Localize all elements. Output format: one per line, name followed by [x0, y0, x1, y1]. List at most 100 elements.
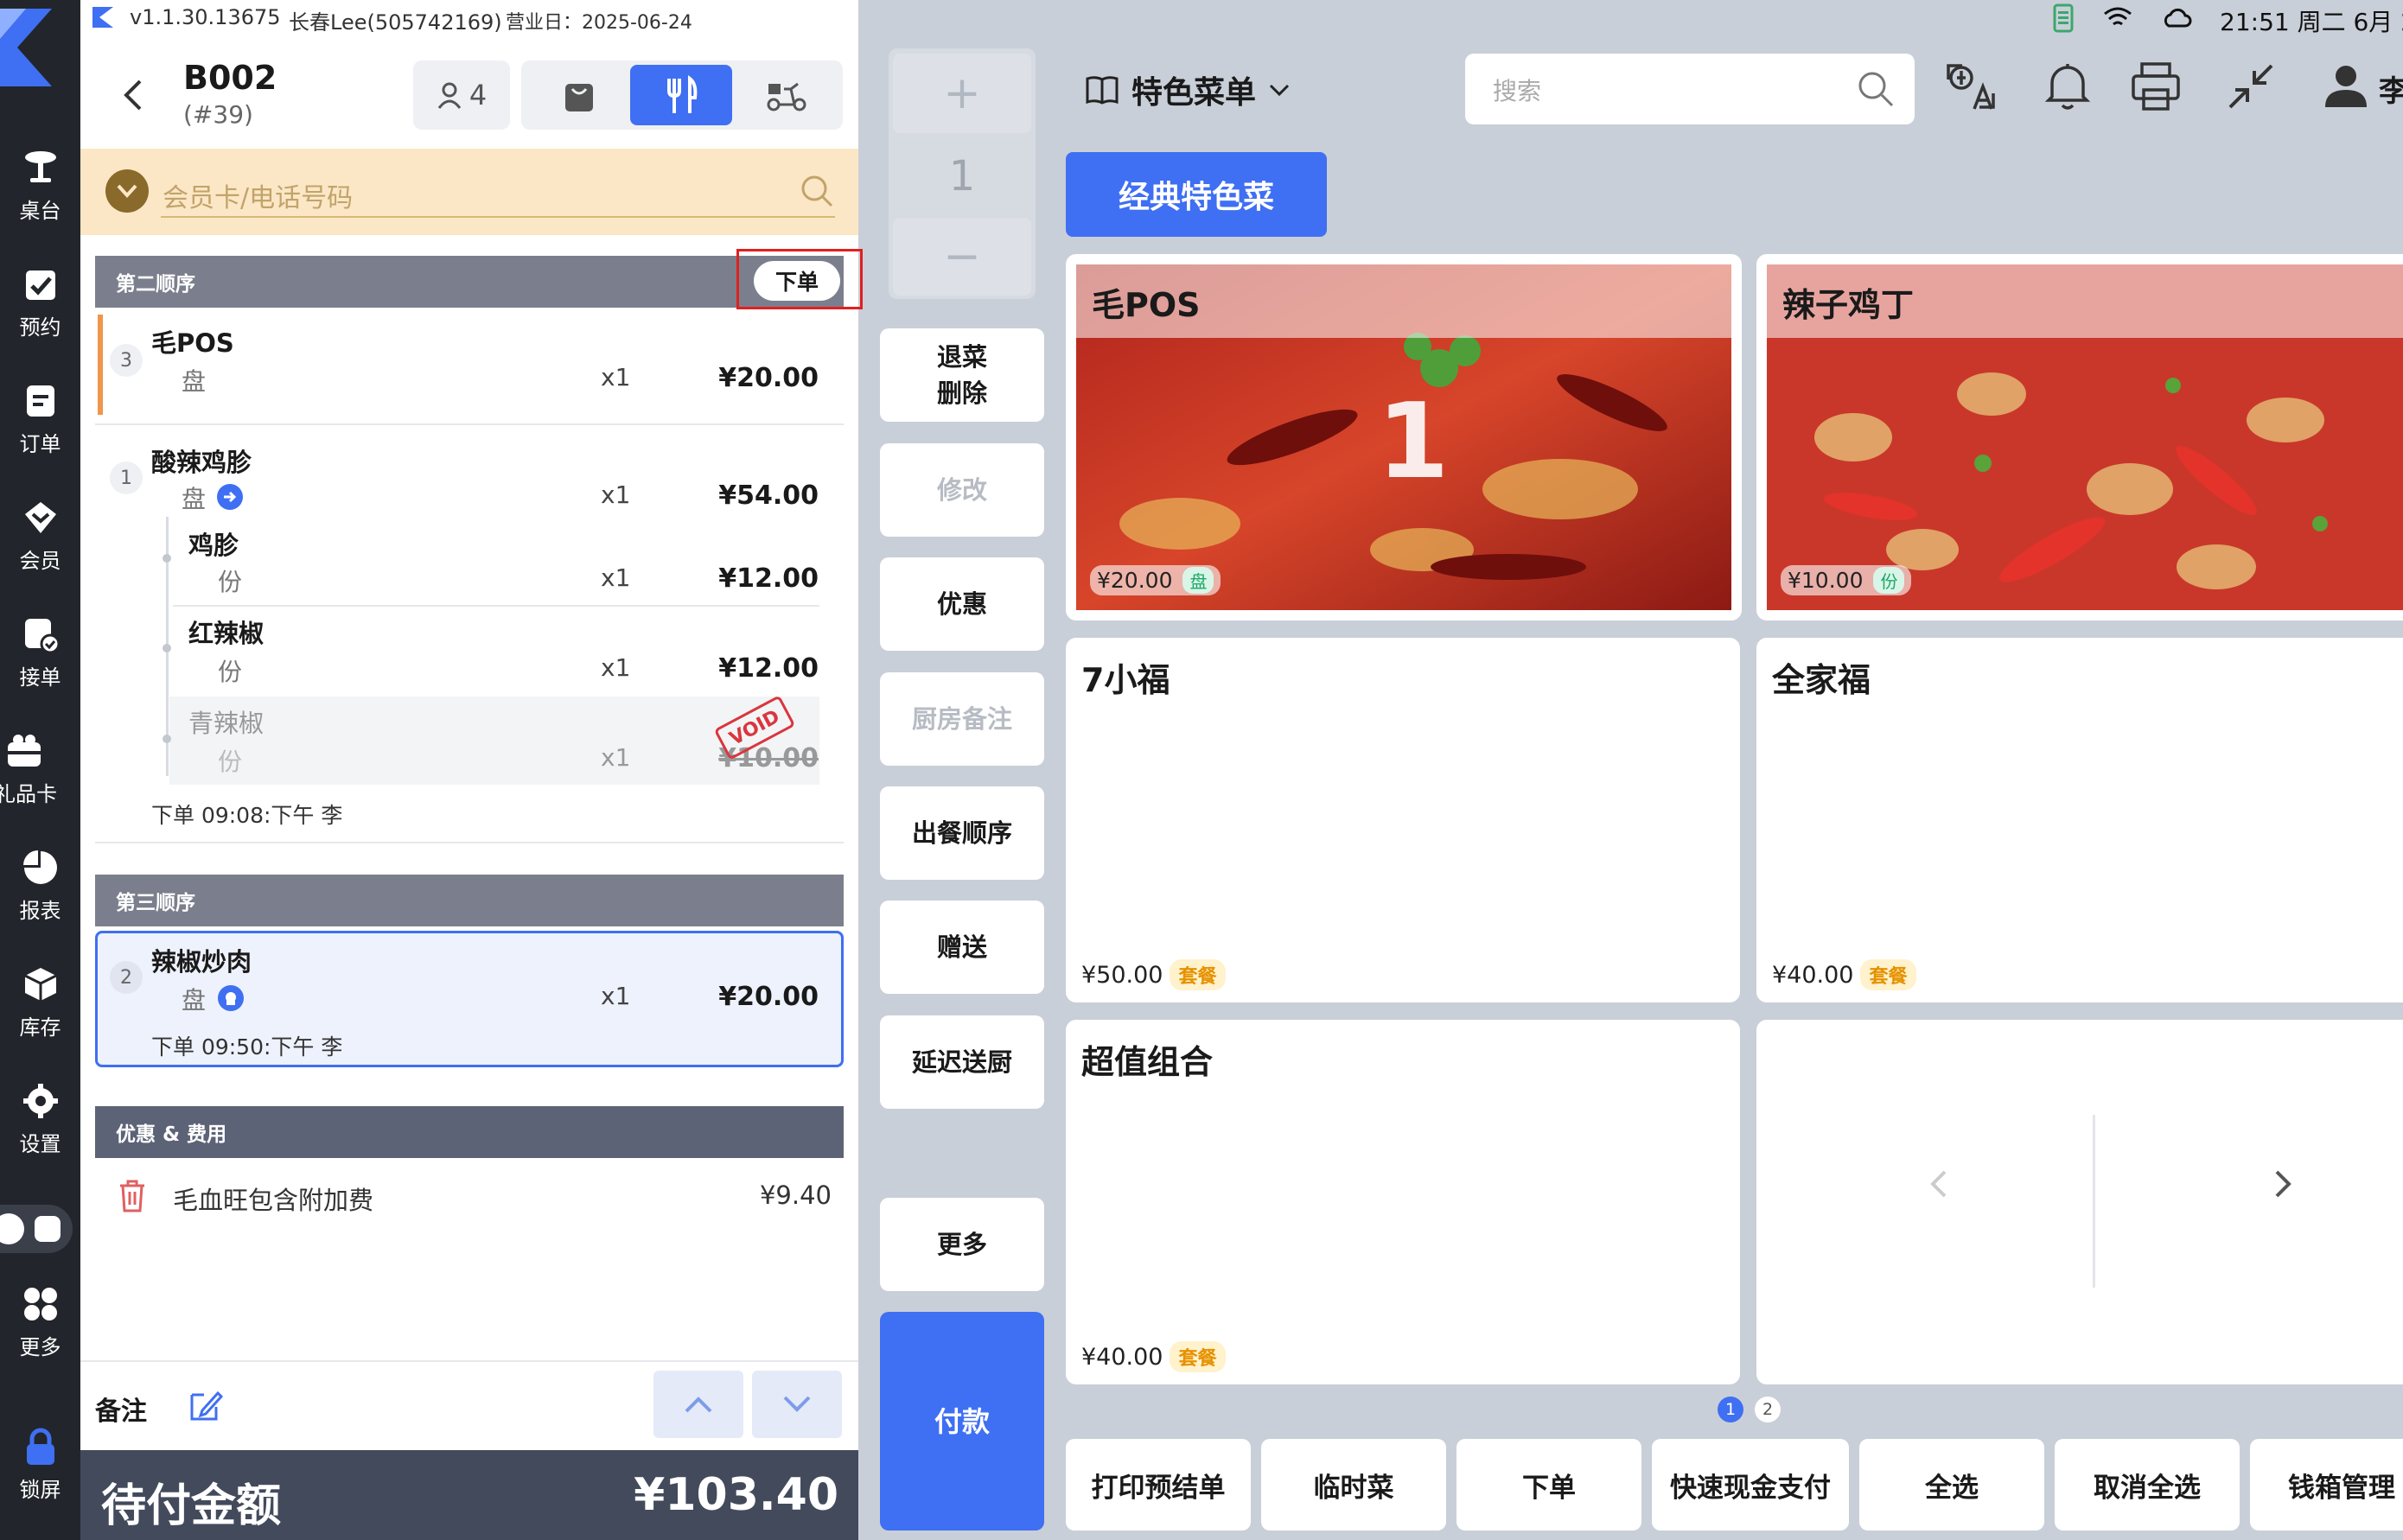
item-index: 2: [110, 961, 143, 994]
delivery-tab[interactable]: [736, 67, 837, 124]
search-placeholder: 搜索: [1493, 77, 1542, 105]
modify-button[interactable]: 修改: [880, 443, 1044, 537]
back-button[interactable]: [111, 69, 154, 121]
guest-count-button[interactable]: 4: [413, 60, 510, 130]
delete-icon[interactable]: [118, 1179, 147, 1213]
scroll-up-button[interactable]: [653, 1371, 743, 1438]
sidebar-item-label: 预约: [19, 315, 61, 340]
translate-icon[interactable]: [1943, 59, 1998, 114]
combo-tag: 套餐: [1860, 959, 1916, 990]
section-title: 优惠 & 费用: [116, 1123, 227, 1146]
sidebar-item-more[interactable]: 更多: [0, 1275, 80, 1370]
sidebar-item-members[interactable]: 会员: [0, 488, 80, 583]
add-icon: [35, 1216, 61, 1242]
dish-pager-card: [1756, 1020, 2403, 1384]
next-page-button[interactable]: [2249, 1149, 2318, 1219]
gift-button[interactable]: 赠送: [880, 900, 1044, 994]
divider: [95, 842, 844, 843]
item-price: ¥20.00: [718, 982, 819, 1012]
dish-price-row: ¥40.00 套餐: [1081, 1341, 1226, 1372]
fork-knife-icon: [667, 75, 698, 113]
kitchen-note-button[interactable]: 厨房备注: [880, 672, 1044, 766]
category-tab-classic[interactable]: 经典特色菜: [1066, 152, 1327, 237]
sidebar-item-gift-card[interactable]: 礼品卡: [0, 722, 80, 817]
subitem-name[interactable]: 红辣椒: [188, 614, 264, 650]
return-delete-button[interactable]: 退菜 删除: [880, 328, 1044, 422]
section-title: 第二顺序: [116, 273, 195, 296]
item-qty: x1: [601, 480, 631, 509]
decrease-button[interactable]: −: [893, 218, 1031, 296]
scroll-down-button[interactable]: [752, 1371, 842, 1438]
item-qty: x1: [601, 982, 631, 1010]
temp-dish-button[interactable]: 临时菜: [1261, 1439, 1446, 1530]
sidebar-item-label: 更多: [19, 1334, 61, 1359]
user-icon[interactable]: [2318, 59, 2374, 114]
place-order-button[interactable]: 下单: [1456, 1439, 1641, 1530]
deselect-all-button[interactable]: 取消全选: [2055, 1439, 2240, 1530]
reservation-icon: [25, 270, 55, 300]
divider: [95, 423, 844, 425]
sidebar-item-tables[interactable]: 桌台: [0, 138, 80, 233]
dish-card[interactable]: 全家福 ¥40.00 套餐: [1756, 638, 2403, 1002]
search-icon[interactable]: [1856, 69, 1896, 109]
subitem-name[interactable]: 鸡胗: [188, 525, 239, 562]
member-search-input[interactable]: 会员卡/电话号码: [161, 169, 835, 218]
increase-button[interactable]: +: [893, 54, 1031, 133]
divider: [80, 1360, 858, 1362]
item-unit: 盘: [182, 986, 207, 1015]
page-dot[interactable]: 2: [1755, 1397, 1781, 1422]
serve-order-button[interactable]: 出餐顺序: [880, 786, 1044, 880]
dish-card[interactable]: 毛POS 1 ¥20.00 盘: [1066, 254, 1742, 620]
search-input[interactable]: 搜索: [1465, 54, 1915, 124]
subitem-qty: x1: [601, 743, 631, 772]
section-header: 第二顺序: [95, 256, 844, 308]
note-label: 备注: [95, 1397, 147, 1427]
dish-card[interactable]: 超值组合 ¥40.00 套餐: [1066, 1020, 1740, 1384]
dish-card[interactable]: 7小福 ¥50.00 套餐: [1066, 638, 1740, 1002]
submit-section-button[interactable]: 下单: [754, 261, 840, 301]
subitem-qty: x1: [601, 653, 631, 682]
pay-button[interactable]: 付款: [880, 1312, 1044, 1530]
sidebar-item-label: 礼品卡: [0, 781, 57, 806]
notification-bell-icon[interactable]: [2040, 59, 2095, 114]
print-prebill-button[interactable]: 打印预结单: [1066, 1439, 1251, 1530]
more-actions-button[interactable]: 更多: [880, 1198, 1044, 1291]
minimize-icon[interactable]: [2223, 59, 2279, 114]
sidebar: 桌台 预约 订单 会员 接单 礼品卡 报表 库存 设置 更多 锁屏: [0, 0, 80, 1540]
quick-cash-button[interactable]: 快速现金支付: [1652, 1439, 1849, 1530]
delay-kitchen-button[interactable]: 延迟送厨: [880, 1015, 1044, 1109]
combo-tag: 套餐: [1170, 959, 1226, 990]
dish-selected-qty: 1: [1377, 382, 1450, 502]
sidebar-item-inventory[interactable]: 库存: [0, 955, 80, 1050]
search-icon[interactable]: [799, 173, 835, 209]
quick-switch-toggle[interactable]: [0, 1205, 73, 1253]
item-name[interactable]: 辣椒炒肉: [151, 942, 252, 978]
sidebar-item-settings[interactable]: 设置: [0, 1072, 80, 1167]
menu-selector[interactable]: 特色菜单: [1085, 71, 1291, 111]
cash-drawer-button[interactable]: 钱箱管理: [2250, 1439, 2403, 1530]
sidebar-item-reports[interactable]: 报表: [0, 838, 80, 933]
dish-price-badge: ¥20.00 盘: [1090, 565, 1221, 595]
sidebar-item-reservations[interactable]: 预约: [0, 255, 80, 350]
previous-page-button[interactable]: [1903, 1149, 1973, 1219]
takeaway-tab[interactable]: [529, 67, 629, 124]
edit-note-icon[interactable]: [188, 1388, 223, 1422]
sidebar-item-accept-orders[interactable]: 接单: [0, 605, 80, 700]
subitem-name[interactable]: 青辣椒: [188, 703, 264, 740]
selected-indicator: [98, 315, 103, 415]
item-name[interactable]: 毛POS: [151, 323, 234, 360]
item-name[interactable]: 酸辣鸡胗: [151, 442, 252, 479]
dine-in-tab[interactable]: [630, 65, 732, 125]
item-index: 3: [110, 344, 143, 377]
sidebar-item-orders[interactable]: 订单: [0, 372, 80, 467]
gift-card-icon: [8, 734, 41, 767]
page-dot-active[interactable]: 1: [1718, 1397, 1743, 1422]
select-all-button[interactable]: 全选: [1859, 1439, 2044, 1530]
order-icon: [26, 385, 54, 417]
discount-button[interactable]: 优惠: [880, 557, 1044, 651]
dish-card[interactable]: 辣子鸡丁 ¥10.00 份: [1756, 254, 2403, 620]
dish-price: ¥40.00: [1081, 1344, 1163, 1371]
submit-timestamp: 下单 09:08:下午 李: [151, 803, 343, 828]
printer-icon[interactable]: [2128, 59, 2183, 114]
sidebar-item-lock[interactable]: 锁屏: [0, 1417, 80, 1512]
